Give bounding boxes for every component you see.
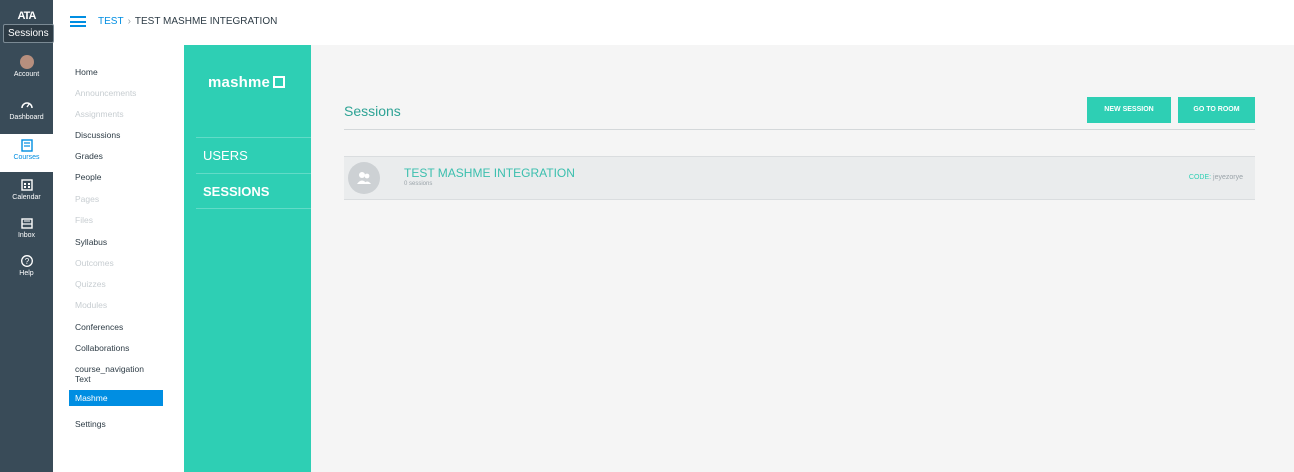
mashme-logo: mashme bbox=[208, 74, 286, 91]
course-nav-discussions[interactable]: Discussions bbox=[75, 130, 120, 140]
new-session-button[interactable]: NEW SESSION bbox=[1087, 97, 1171, 123]
global-nav-inbox[interactable]: Inbox bbox=[0, 216, 53, 239]
global-nav-label: Courses bbox=[13, 154, 40, 161]
global-nav-label: Dashboard bbox=[9, 114, 44, 121]
global-nav-label: Inbox bbox=[17, 232, 36, 239]
global-nav-label: Account bbox=[13, 71, 40, 78]
header: TEST › TEST MASHME INTEGRATION bbox=[53, 0, 1294, 45]
breadcrumb-current: TEST MASHME INTEGRATION bbox=[134, 16, 278, 27]
session-code: CODE: jeyezorye bbox=[1189, 174, 1243, 181]
course-nav-course-navigation[interactable]: course_navigation Text bbox=[75, 364, 144, 384]
global-nav: ATA Sessions Account Dashboard Courses C… bbox=[0, 0, 54, 472]
course-nav: Home Announcements Assignments Discussio… bbox=[53, 45, 184, 472]
course-nav-assignments[interactable]: Assignments bbox=[75, 109, 124, 119]
session-code-value: jeyezorye bbox=[1213, 174, 1243, 181]
mashme-sidebar: mashme USERS SESSIONS bbox=[184, 45, 311, 472]
course-nav-conferences[interactable]: Conferences bbox=[75, 322, 123, 332]
svg-text:?: ? bbox=[24, 257, 29, 266]
session-row[interactable]: TEST MASHME INTEGRATION 0 sessions CODE:… bbox=[344, 156, 1255, 200]
course-nav-mashme[interactable]: Mashme bbox=[69, 390, 163, 406]
account-avatar-icon bbox=[19, 55, 34, 69]
course-nav-label-line2: Text bbox=[75, 374, 91, 384]
courses-icon bbox=[20, 139, 33, 152]
mashme-logo-text: mashme bbox=[208, 74, 271, 91]
mashme-users-link[interactable]: USERS bbox=[196, 137, 311, 173]
mashme-logo-icon bbox=[273, 76, 286, 88]
global-nav-label: Help bbox=[19, 270, 34, 277]
go-to-room-button[interactable]: GO TO ROOM bbox=[1178, 97, 1255, 123]
calendar-icon bbox=[20, 179, 33, 191]
course-nav-home[interactable]: Home bbox=[75, 67, 98, 77]
course-nav-collaborations[interactable]: Collaborations bbox=[75, 343, 129, 353]
breadcrumb-separator: › bbox=[127, 16, 131, 27]
global-nav-help[interactable]: ? Help bbox=[0, 254, 53, 277]
divider bbox=[344, 129, 1255, 130]
global-nav-label: Calendar bbox=[12, 194, 41, 201]
session-group-avatar-icon bbox=[348, 162, 380, 194]
dashboard-icon bbox=[20, 102, 33, 109]
course-nav-pages[interactable]: Pages bbox=[75, 194, 99, 204]
global-nav-account[interactable]: Account bbox=[0, 55, 53, 78]
course-nav-quizzes[interactable]: Quizzes bbox=[75, 279, 106, 289]
mashme-sessions-link[interactable]: SESSIONS bbox=[196, 173, 311, 209]
session-name[interactable]: TEST MASHME INTEGRATION bbox=[404, 166, 575, 180]
global-nav-calendar[interactable]: Calendar bbox=[0, 178, 53, 201]
course-nav-announcements[interactable]: Announcements bbox=[75, 88, 136, 98]
hamburger-menu-icon[interactable] bbox=[70, 16, 86, 27]
inbox-icon bbox=[20, 218, 33, 229]
course-nav-outcomes[interactable]: Outcomes bbox=[75, 258, 114, 268]
course-nav-settings[interactable]: Settings bbox=[75, 419, 106, 429]
canvas-logo[interactable]: ATA bbox=[0, 10, 53, 22]
help-icon: ? bbox=[20, 255, 33, 267]
course-nav-people[interactable]: People bbox=[75, 172, 101, 182]
page-title: Sessions bbox=[344, 103, 401, 119]
breadcrumb: TEST › TEST MASHME INTEGRATION bbox=[98, 16, 277, 27]
session-code-label: CODE: bbox=[1188, 174, 1212, 181]
course-nav-modules[interactable]: Modules bbox=[75, 300, 107, 310]
course-nav-grades[interactable]: Grades bbox=[75, 151, 103, 161]
global-nav-dashboard[interactable]: Dashboard bbox=[0, 98, 53, 121]
session-count: 0 sessions bbox=[404, 181, 433, 187]
course-nav-files[interactable]: Files bbox=[75, 215, 93, 225]
course-nav-label: course_navigation bbox=[75, 364, 144, 374]
main-content: Sessions NEW SESSION GO TO ROOM TEST MAS… bbox=[311, 45, 1294, 472]
breadcrumb-course-link[interactable]: TEST bbox=[98, 16, 124, 27]
global-nav-courses[interactable]: Courses bbox=[0, 134, 53, 172]
course-nav-syllabus[interactable]: Syllabus bbox=[75, 237, 107, 247]
tooltip: Sessions bbox=[3, 24, 54, 43]
